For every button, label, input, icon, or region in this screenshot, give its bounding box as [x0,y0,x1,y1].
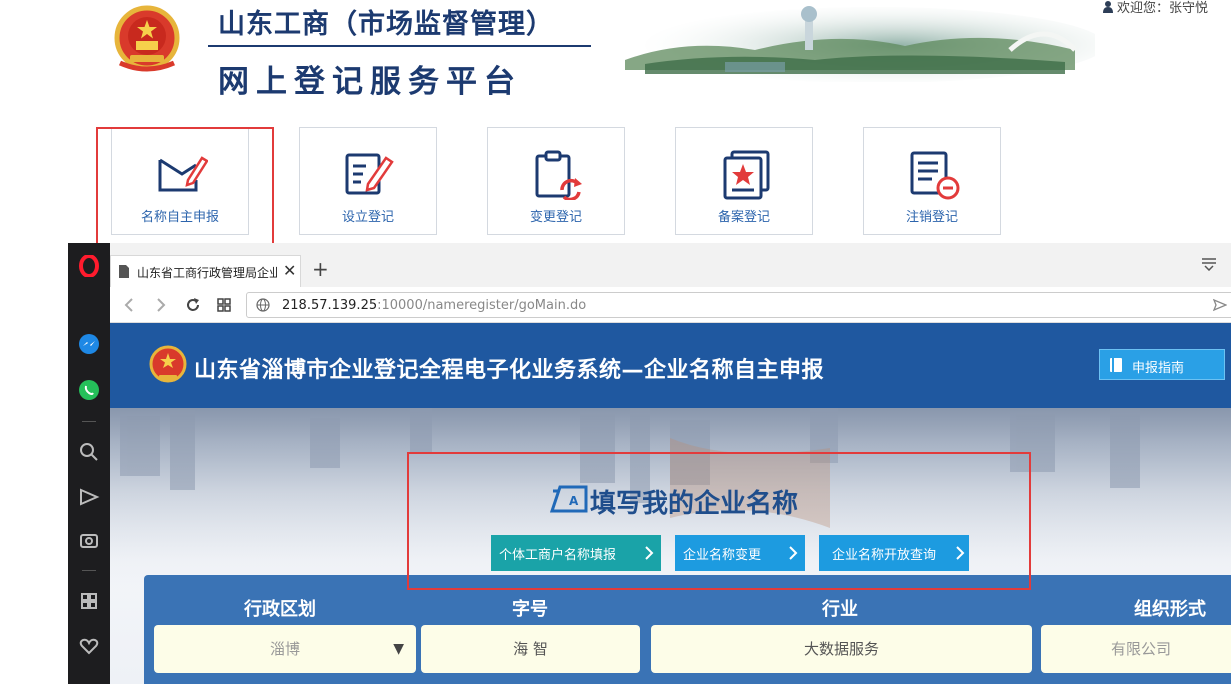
certificate-star-icon [723,150,770,200]
tile-cancel-registration[interactable]: 注销登记 [863,127,1001,235]
heart-icon[interactable] [78,635,100,657]
document-icon [119,265,129,278]
tab-close-button[interactable]: ✕ [283,261,296,280]
highlight-box-tile [96,127,274,246]
tab-title: 山东省工商行政管理局企业 [137,266,277,280]
city-scenery-image [625,6,1095,82]
new-tab-button[interactable]: + [312,257,329,281]
user-name[interactable]: 张守悦 [1169,1,1208,16]
banner-title: 山东省淄博市企业登记全程电子化业务系统—企业名称自主申报 [194,358,825,383]
region-select-value: 淄博 [269,640,300,658]
column-header-region: 行政区划 [244,599,316,620]
forward-arrow-icon[interactable] [152,296,170,314]
tile-label: 设立登记 [341,210,394,225]
column-header-industry: 行业 [822,599,858,620]
tile-filing-registration[interactable]: 备案登记 [675,127,813,235]
site-subtitle: 网上登记服务平台 [218,64,522,100]
tile-label: 变更登记 [529,210,582,225]
url-host: 218.57.139.25 [282,298,378,313]
site-title: 山东工商（市场监督管理） [218,9,554,40]
opera-sidebar [68,243,110,684]
send-icon[interactable] [1213,298,1227,312]
url-path: :10000/nameregister/goMain.do [377,298,587,313]
name-form-panel: 行政区划 字号 行业 组织形式 淄博 ▼ 海 智 大数据服务 有限公司 [144,575,1231,684]
national-emblem-icon [114,5,180,72]
tabs-grid-icon[interactable] [215,296,233,314]
title-divider [208,45,591,47]
org-form-input[interactable]: 有限公司 [1041,625,1231,673]
tab-menu-icon[interactable] [1201,257,1217,271]
reload-icon[interactable] [184,296,202,314]
opera-logo-icon[interactable] [78,255,100,277]
guide-button[interactable]: 申报指南 [1099,349,1225,380]
welcome-label: 欢迎您： [1117,1,1170,16]
national-emblem-icon [149,345,187,383]
sidebar-separator [82,570,96,571]
url-text: 218.57.139.25:10000/nameregister/goMain.… [282,298,586,313]
tile-label: 备案登记 [717,210,770,225]
send-arrow-icon[interactable] [78,486,100,508]
tile-label: 注销登记 [905,210,958,225]
page-banner: 山东省淄博市企业登记全程电子化业务系统—企业名称自主申报 申报指南 [110,323,1231,408]
region-select[interactable]: 淄博 ▼ [154,625,416,673]
document-minus-icon [910,151,960,200]
tile-establish-registration[interactable]: 设立登记 [299,127,437,235]
screenshot-root: 山东工商（市场监督管理） 网上登记服务平台 欢迎您：张守悦 名称自主申报 设立登… [0,0,1231,684]
highlight-box-name-section [407,452,1031,590]
browser-toolbar: 218.57.139.25:10000/nameregister/goMain.… [110,287,1231,323]
whatsapp-icon[interactable] [78,379,100,401]
book-icon [1110,358,1122,372]
sidebar-separator [82,421,96,422]
welcome-text: 欢迎您：张守悦 [1103,0,1208,16]
tab-strip: 山东省工商行政管理局企业 ✕ + [110,243,1231,287]
user-icon [1103,1,1113,13]
globe-icon [256,298,270,312]
speed-dial-icon[interactable] [78,590,100,612]
form-pen-icon [345,153,394,195]
camera-icon[interactable] [78,529,100,551]
search-icon[interactable] [78,441,100,463]
dropdown-arrow-icon: ▼ [393,641,404,657]
back-arrow-icon[interactable] [120,296,138,314]
column-header-org-form: 组织形式 [1134,599,1206,620]
trade-name-input[interactable]: 海 智 [421,625,640,673]
messenger-icon[interactable] [78,333,100,355]
column-header-trade-name: 字号 [512,599,548,620]
browser-tab[interactable]: 山东省工商行政管理局企业 ✕ [110,255,301,287]
guide-button-label: 申报指南 [1132,361,1185,376]
address-bar[interactable]: 218.57.139.25:10000/nameregister/goMain.… [246,292,1231,318]
industry-input[interactable]: 大数据服务 [651,625,1032,673]
clipboard-refresh-icon [535,150,582,200]
tile-change-registration[interactable]: 变更登记 [487,127,625,235]
